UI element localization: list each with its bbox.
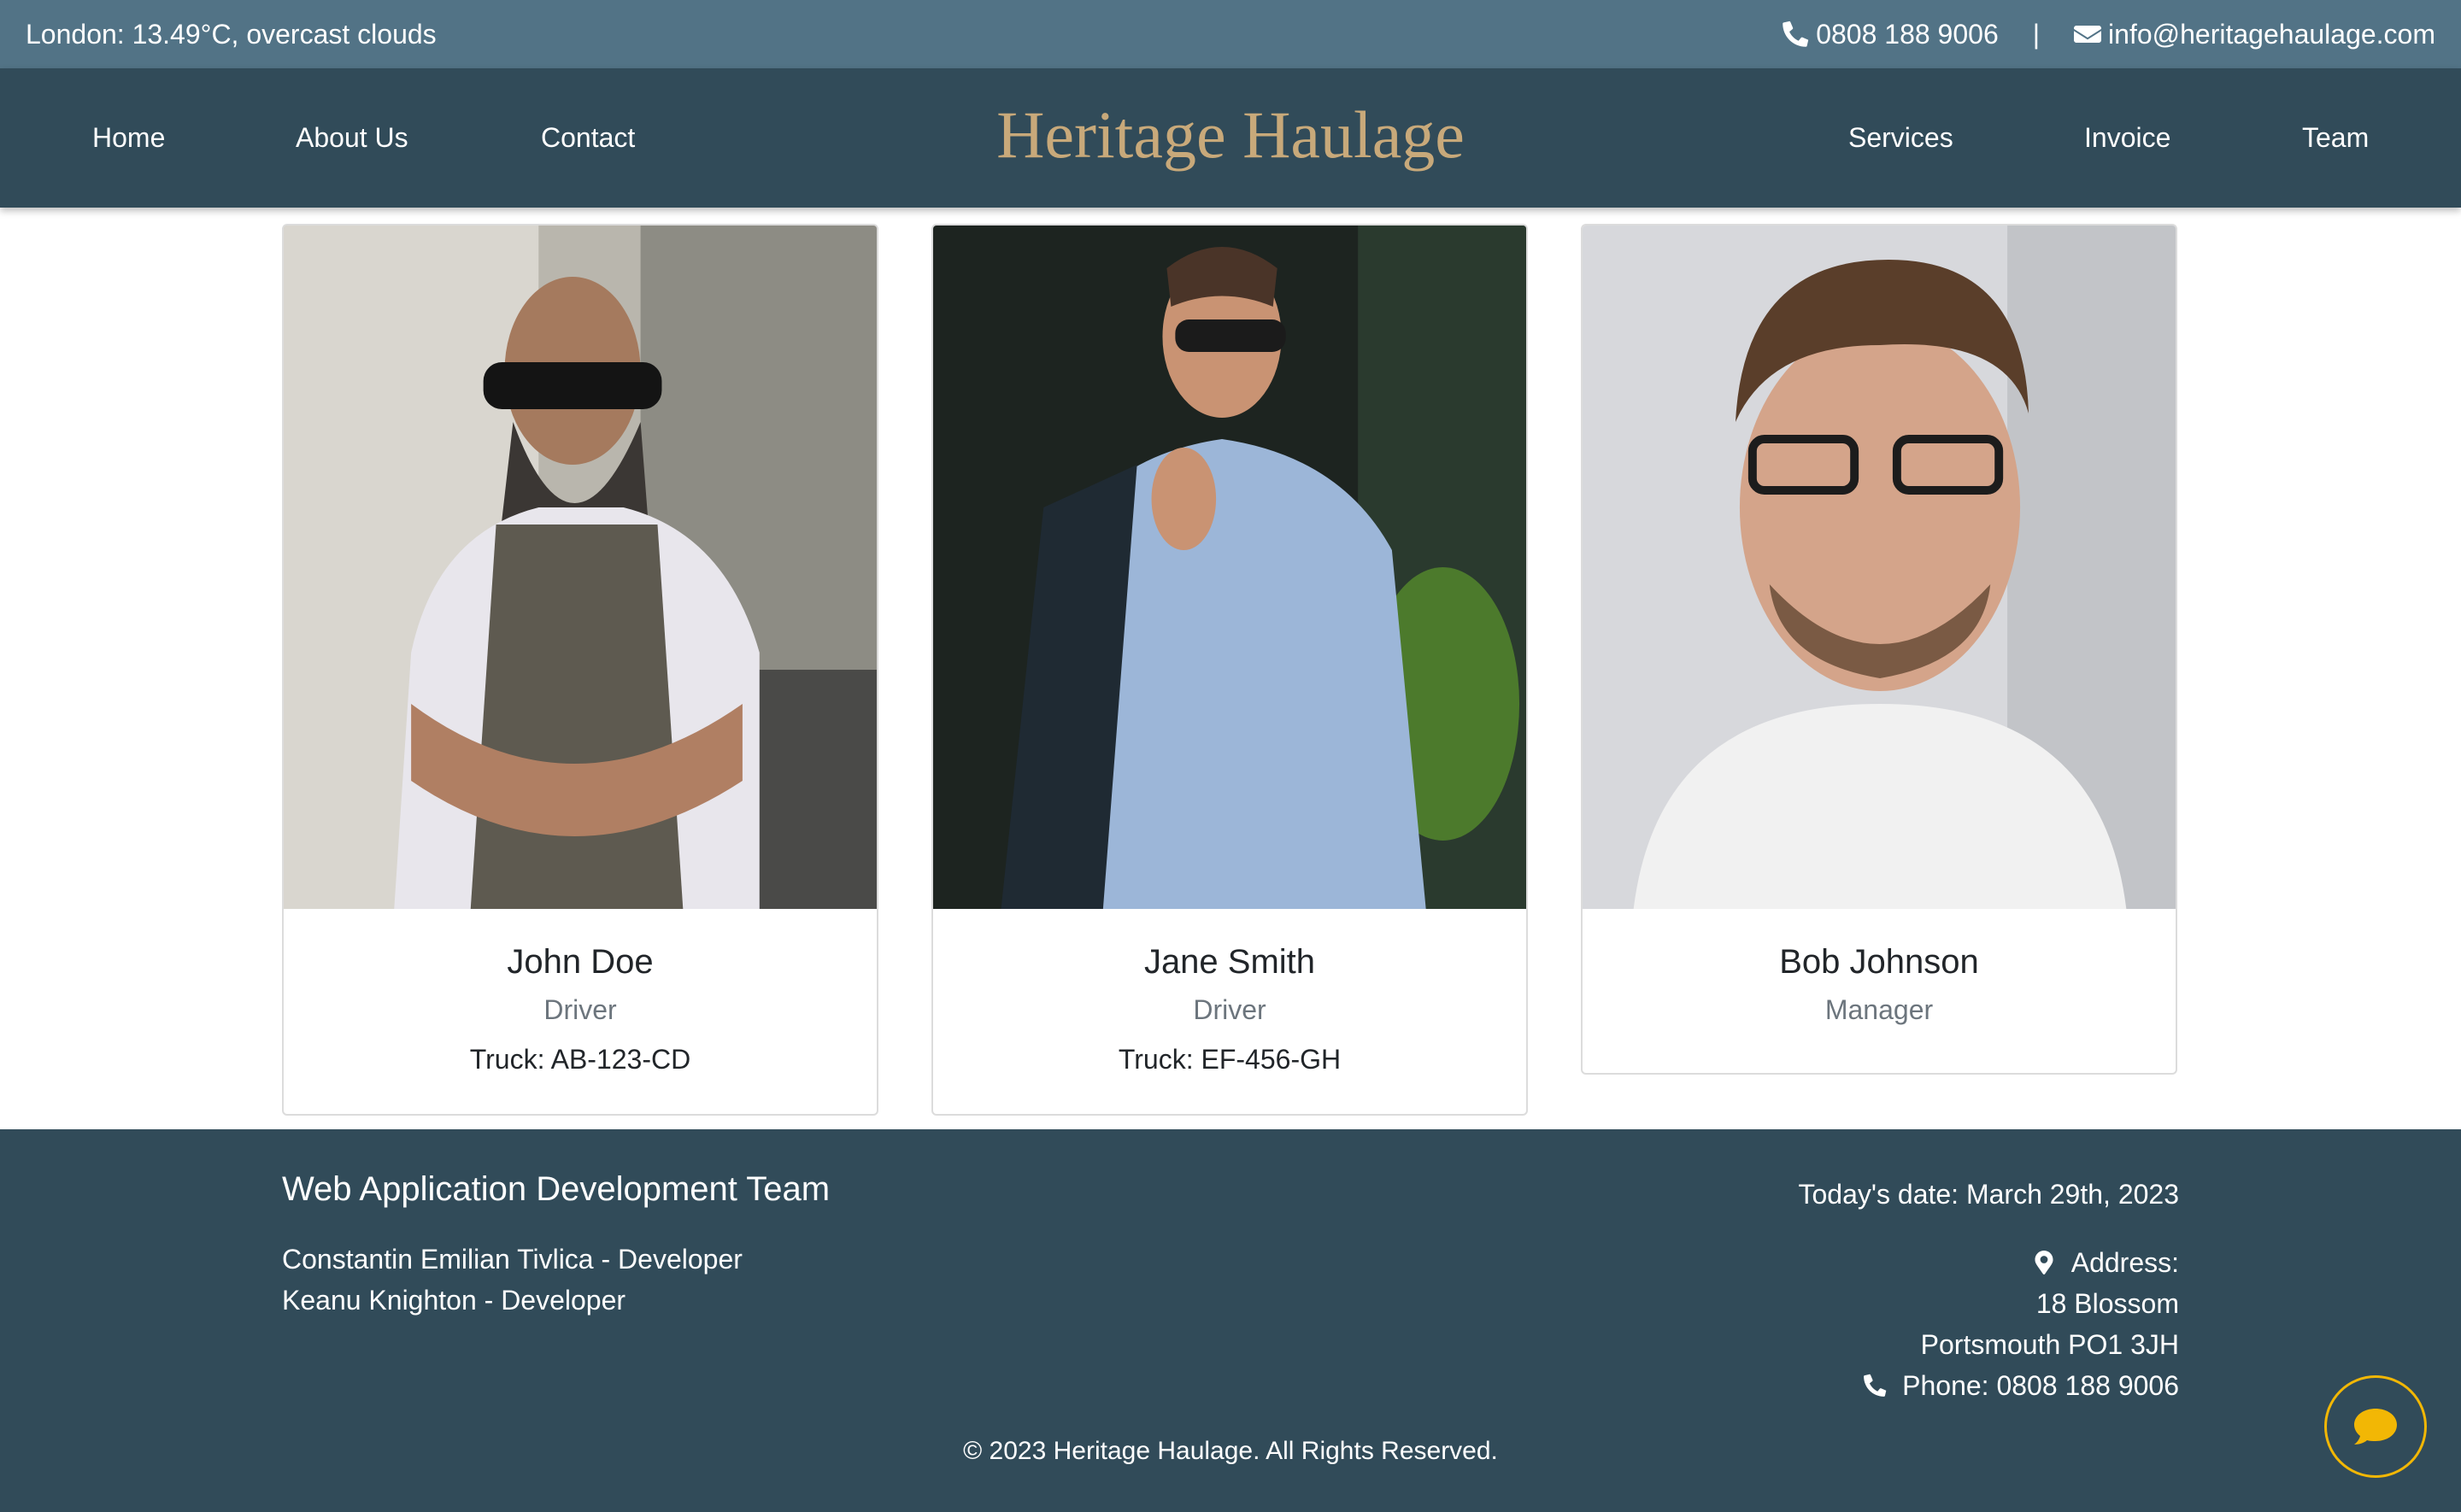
page-footer: Web Application Development Team Constan… <box>0 1129 2461 1512</box>
top-phone[interactable]: 0808 188 9006 <box>1782 19 1999 50</box>
member-role: Driver <box>543 994 617 1025</box>
top-email[interactable]: info@heritagehaulage.com <box>2074 19 2435 50</box>
top-phone-text: 0808 188 9006 <box>1816 18 1999 50</box>
contact-separator: | <box>2032 18 2041 50</box>
top-email-text: info@heritagehaulage.com <box>2108 18 2435 50</box>
footer-date: Today's date: March 29th, 2023 <box>1798 1179 2180 1210</box>
card-body: Bob Johnson Manager <box>1583 909 2176 1032</box>
footer-member: Keanu Knighton - Developer <box>282 1285 626 1316</box>
member-name: Jane Smith <box>1143 943 1316 981</box>
member-role: Driver <box>1193 994 1266 1025</box>
nav-home[interactable]: Home <box>92 68 165 208</box>
nav-about-us[interactable]: About Us <box>296 68 408 208</box>
map-marker-icon <box>2035 1251 2053 1275</box>
footer-contact-section: Today's date: March 29th, 2023 Address: … <box>1799 1174 2180 1406</box>
chat-button[interactable] <box>2324 1375 2427 1478</box>
nav-services[interactable]: Services <box>1848 68 1953 208</box>
nav-contact[interactable]: Contact <box>541 68 635 208</box>
footer-member: Constantin Emilian Tivlica - Developer <box>282 1244 743 1275</box>
phone-icon <box>1864 1374 1887 1397</box>
footer-address-line: 18 Blossom <box>2035 1288 2179 1319</box>
brand-logo[interactable]: Heritage Haulage <box>996 97 1465 173</box>
footer-title: Web Application Development Team <box>282 1170 831 1208</box>
top-contact-info: 0808 188 9006 | info@heritagehaulage.com <box>1782 19 2435 50</box>
footer-phone-row: Phone: 0808 188 9006 <box>1799 1365 2179 1406</box>
team-card: Jane Smith Driver Truck: EF-456-GH <box>931 224 1528 1116</box>
member-name: John Doe <box>507 943 654 981</box>
member-truck: Truck: EF-456-GH <box>1118 1044 1342 1075</box>
team-member-photo <box>284 226 877 909</box>
footer-phone: Phone: 0808 188 9006 <box>1902 1370 2179 1401</box>
team-card: John Doe Driver Truck: AB-123-CD <box>282 224 878 1116</box>
member-role: Manager <box>1824 994 1934 1025</box>
footer-address-line: Portsmouth PO1 3JH <box>1920 1329 2179 1360</box>
team-member-photo <box>1583 226 2176 909</box>
member-name: Bob Johnson <box>1779 943 1979 981</box>
team-member-photo <box>933 226 1526 909</box>
nav-invoice[interactable]: Invoice <box>2084 68 2170 208</box>
envelope-icon <box>2074 26 2102 43</box>
copyright-text: © 2023 Heritage Haulage. All Rights Rese… <box>963 1437 1498 1465</box>
weather-text: London: 13.49°C, overcast clouds <box>26 18 437 50</box>
member-truck: Truck: AB-123-CD <box>469 1044 691 1075</box>
chat-bubble-icon <box>2354 1409 2397 1445</box>
footer-address-label: Address: <box>2070 1247 2179 1278</box>
card-body: John Doe Driver Truck: AB-123-CD <box>284 909 877 1081</box>
footer-team-section: Web Application Development Team Constan… <box>282 1170 830 1315</box>
card-body: Jane Smith Driver Truck: EF-456-GH <box>933 909 1526 1081</box>
footer-address-label-row: Address: <box>1799 1242 2179 1283</box>
top-info-bar: London: 13.49°C, overcast clouds 0808 18… <box>0 0 2461 68</box>
nav-team[interactable]: Team <box>2302 68 2369 208</box>
phone-icon <box>1783 21 1809 47</box>
team-card: Bob Johnson Manager <box>1581 224 2177 1075</box>
main-navbar: Heritage Haulage Home About Us Contact S… <box>0 68 2461 208</box>
